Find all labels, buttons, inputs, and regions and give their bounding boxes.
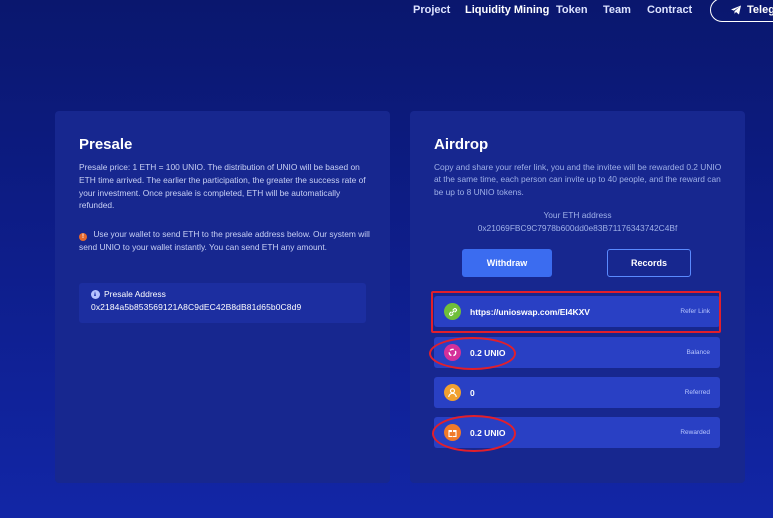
rewarded-value: 0.2 UNIO: [470, 427, 506, 438]
refer-link-value[interactable]: https://unioswap.com/EI4KXV: [470, 307, 680, 317]
presale-address-value[interactable]: 0x2184a5b853569121A8C9dEC42B8dB81d65b0C8…: [91, 302, 354, 312]
rewarded-row: 0.2 UNIO Rewarded: [434, 417, 720, 448]
airdrop-description: Copy and share your refer link, you and …: [434, 162, 722, 197]
top-nav: Project Liquidity Mining Token Team Cont…: [0, 0, 773, 36]
telegram-label: Telegr: [747, 4, 773, 16]
link-icon: [444, 303, 461, 320]
presale-card: Presale Presale price: 1 ETH = 100 UNIO.…: [55, 111, 390, 483]
balance-value: 0.2 UNIO: [470, 347, 506, 358]
referred-tag: Referred: [684, 389, 710, 396]
withdraw-button[interactable]: Withdraw: [462, 249, 552, 277]
airdrop-card: Airdrop Copy and share your refer link, …: [410, 111, 745, 483]
gift-icon: [444, 424, 461, 441]
eth-address-value[interactable]: 0x21069FBC9C7978b600dd0e83B71176343742C4…: [410, 223, 745, 233]
presale-address-box[interactable]: Presale Address 0x2184a5b853569121A8C9dE…: [79, 283, 366, 323]
balance-row: 0.2 UNIO Balance: [434, 337, 720, 368]
nav-contract[interactable]: Contract: [647, 4, 692, 16]
warning-icon: !: [79, 233, 87, 241]
presale-address-label-row: Presale Address: [91, 289, 354, 299]
eth-address-label: Your ETH address: [543, 210, 612, 220]
balance-tag: Balance: [686, 349, 711, 356]
telegram-button[interactable]: Telegr: [710, 0, 773, 22]
nav-liquidity-mining[interactable]: Liquidity Mining: [465, 4, 549, 16]
nav-team[interactable]: Team: [603, 4, 631, 16]
refer-link-row[interactable]: https://unioswap.com/EI4KXV Refer Link: [434, 296, 720, 327]
airdrop-title: Airdrop: [434, 136, 489, 153]
referred-row: 0 Referred: [434, 377, 720, 408]
presale-title: Presale: [79, 136, 133, 153]
nav-token[interactable]: Token: [556, 4, 588, 16]
rewarded-tag: Rewarded: [680, 429, 710, 436]
refer-link-tag: Refer Link: [680, 308, 710, 315]
balance-icon: [444, 344, 461, 361]
presale-address-label: Presale Address: [104, 289, 166, 299]
presale-note: ! Use your wallet to send ETH to the pre…: [79, 228, 374, 254]
records-button[interactable]: Records: [607, 249, 691, 277]
nav-project[interactable]: Project: [413, 4, 450, 16]
ethereum-icon: [91, 289, 100, 299]
presale-note-text: Use your wallet to send ETH to the presa…: [79, 229, 370, 252]
telegram-icon: [731, 5, 741, 15]
person-icon: [444, 384, 461, 401]
referred-value: 0: [470, 387, 475, 398]
page: Project Liquidity Mining Token Team Cont…: [0, 0, 773, 518]
presale-description: Presale price: 1 ETH = 100 UNIO. The dis…: [79, 162, 366, 211]
